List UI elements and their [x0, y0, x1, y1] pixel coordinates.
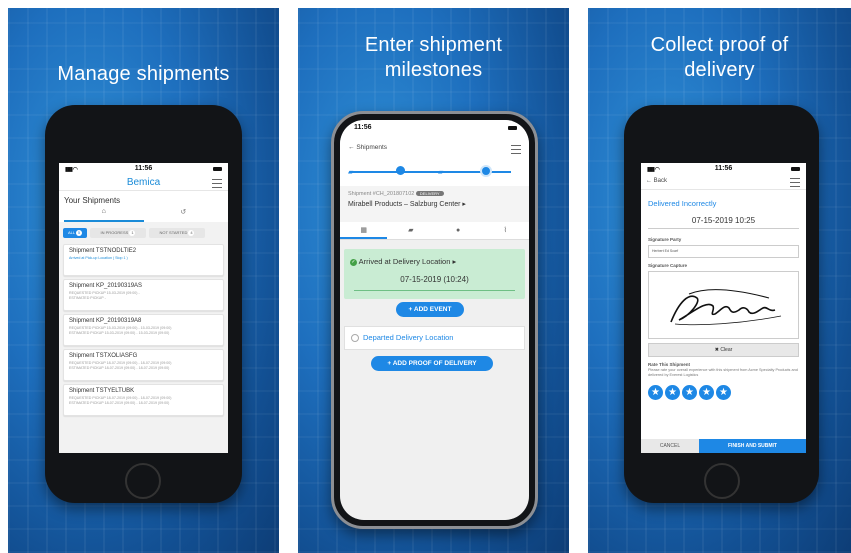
star-icon[interactable]: ★	[682, 385, 697, 400]
signature-pad[interactable]	[648, 271, 799, 339]
promo-panel-manage: Manage shipments ▮▮▮ ◠ 11:56 Bemica Your…	[8, 8, 279, 553]
status-bar: 11:56	[340, 120, 529, 136]
app-header: ← Back	[641, 175, 806, 190]
truck-tab-icon[interactable]: ▰	[387, 222, 434, 239]
check-icon: ✓	[350, 258, 357, 266]
milestone-date: 07-15-2019 (10:24)	[400, 275, 469, 284]
section-title: Your Shipments	[64, 196, 121, 205]
promo-panel-pod: Collect proof of delivery ▮▮▮ ◠ 11:56 ← …	[588, 8, 851, 553]
rating-stars: ★ ★ ★ ★ ★	[648, 382, 799, 400]
rate-description: Please rate your overall experience with…	[648, 368, 798, 377]
rate-title: Rate This Shipment	[648, 362, 691, 367]
calendar-icon[interactable]: ▦	[340, 222, 388, 239]
back-link[interactable]: ← Back	[646, 178, 667, 184]
signature-capture-label: Signature Capture	[648, 263, 688, 268]
add-proof-of-delivery-button[interactable]: + ADD PROOF OF DELIVERY	[371, 356, 493, 371]
signature-stroke	[670, 289, 782, 326]
shipment-card[interactable]: Shipment KP_20190319A8 REQUESTED PICKUP …	[63, 314, 224, 346]
cancel-button[interactable]: CANCEL	[641, 439, 699, 453]
status-bar: ▮▮▮ ◠ 11:56	[641, 163, 806, 175]
list-header: Your Shipments ⌂ ↺	[59, 191, 228, 222]
shipment-info: Shipment #CH_201807102 DELIVERY Mirabell…	[340, 186, 529, 222]
status-time: 11:56	[714, 165, 733, 172]
home-button	[704, 463, 740, 499]
status-time: 11:56	[134, 165, 153, 172]
headline: Manage shipments	[57, 63, 230, 85]
promo-panel-milestones: Enter shipment milestones 11:56 ← Shipme…	[298, 8, 569, 553]
route-link[interactable]: Mirabell Products – Salzburg Center ▸	[348, 200, 521, 208]
phone-frame: ▮▮▮ ◠ 11:56 ← Back Delivered Incorrectly…	[624, 105, 819, 503]
shipment-card[interactable]: Shipment TSTXOLIASFG REQUESTED PICKUP 18…	[63, 349, 224, 381]
truck-icon: ▰	[348, 169, 354, 176]
home-icon[interactable]: ⌂	[64, 208, 144, 222]
detail-tabs: ▦ ▰ ● ⌇	[340, 222, 529, 240]
clear-button[interactable]: ✖ Clear	[648, 343, 799, 357]
radio-icon	[351, 334, 359, 342]
history-icon[interactable]: ↺	[144, 208, 224, 222]
menu-icon[interactable]	[790, 178, 800, 187]
add-event-button[interactable]: + ADD EVENT	[396, 302, 464, 317]
battery-icon	[213, 167, 222, 171]
star-icon[interactable]: ★	[648, 385, 663, 400]
signature-party-field[interactable]: Herbert Ed Scarf	[648, 245, 799, 258]
shipment-card[interactable]: Shipment TSTYELTUBK REQUESTED PICKUP 18-…	[63, 384, 224, 416]
star-icon[interactable]: ★	[699, 385, 714, 400]
shipment-card[interactable]: Shipment KP_20190319AS REQUESTED PICKUP …	[63, 279, 224, 311]
brand-logo: Bemica	[126, 177, 161, 188]
milestone-title: Arrived at Delivery Location	[358, 257, 451, 266]
phone-screen: 11:56 ← Shipments ▰ ▰ Shipment #CH_20180…	[340, 120, 529, 520]
app-header: Bemica	[59, 175, 228, 191]
phone-screen: ▮▮▮ ◠ 11:56 ← Back Delivered Incorrectly…	[641, 163, 806, 453]
menu-icon[interactable]	[212, 179, 222, 188]
star-icon[interactable]: ★	[665, 385, 680, 400]
delivery-status: Delivered Incorrectly	[648, 199, 717, 208]
headline: Enter shipment milestones	[364, 34, 503, 81]
menu-icon[interactable]	[511, 145, 521, 154]
status-bar: ▮▮▮ ◠ 11:56	[59, 163, 228, 175]
back-arrow-icon: ←	[646, 178, 652, 184]
shipment-card[interactable]: Shipment TSTNODLTIE2 Arrived at Pick-up …	[63, 244, 224, 276]
headline: Collect proof of delivery	[650, 34, 789, 81]
star-icon[interactable]: ★	[716, 385, 731, 400]
pod-form: Delivered Incorrectly 07-15-2019 10:25 S…	[641, 199, 806, 400]
filter-all[interactable]: ALL 5	[63, 228, 87, 238]
milestone-pending[interactable]: Departed Delivery Location	[344, 326, 525, 350]
home-button	[125, 463, 161, 499]
milestone-header: ← Shipments ▰ ▰	[340, 136, 529, 186]
battery-icon	[508, 126, 517, 130]
status-time: 11:56	[354, 124, 372, 131]
filter-in-progress[interactable]: IN PROGRESS 1	[90, 228, 146, 238]
filter-not-started[interactable]: NOT STARTED 4	[149, 228, 205, 238]
phone-screen: ▮▮▮ ◠ 11:56 Bemica Your Shipments ⌂ ↺ AL…	[59, 163, 228, 453]
phone-frame: ▮▮▮ ◠ 11:56 Bemica Your Shipments ⌂ ↺ AL…	[45, 105, 242, 503]
view-tabs: ⌂ ↺	[64, 208, 223, 222]
attachment-icon[interactable]: ⌇	[482, 222, 529, 239]
milestone-title: Departed Delivery Location	[363, 333, 454, 342]
back-link[interactable]: ← Shipments	[348, 144, 387, 151]
filter-bar: ALL 5 IN PROGRESS 1 NOT STARTED 4	[59, 222, 228, 241]
truck-icon: ▰	[438, 169, 444, 176]
milestone-dot-current	[480, 165, 492, 177]
phone-frame: 11:56 ← Shipments ▰ ▰ Shipment #CH_20180…	[331, 111, 538, 529]
delivery-datetime: 07-15-2019 10:25	[691, 216, 756, 225]
signature-party-label: Signature Party	[648, 237, 682, 242]
finish-and-submit-button[interactable]: FINISH AND SUBMIT	[699, 439, 806, 453]
milestone-completed[interactable]: ✓ Arrived at Delivery Location ▸ 07-15-2…	[344, 249, 525, 299]
battery-icon	[791, 167, 800, 171]
action-bar: CANCEL FINISH AND SUBMIT	[641, 439, 806, 453]
milestone-dot	[396, 166, 405, 175]
close-icon: ✖	[714, 347, 719, 353]
person-icon[interactable]: ●	[435, 222, 482, 239]
back-arrow-icon: ←	[348, 144, 355, 151]
status-badge: DELIVERY	[415, 191, 444, 196]
shipment-id: Shipment #CH_201807102	[348, 191, 415, 197]
